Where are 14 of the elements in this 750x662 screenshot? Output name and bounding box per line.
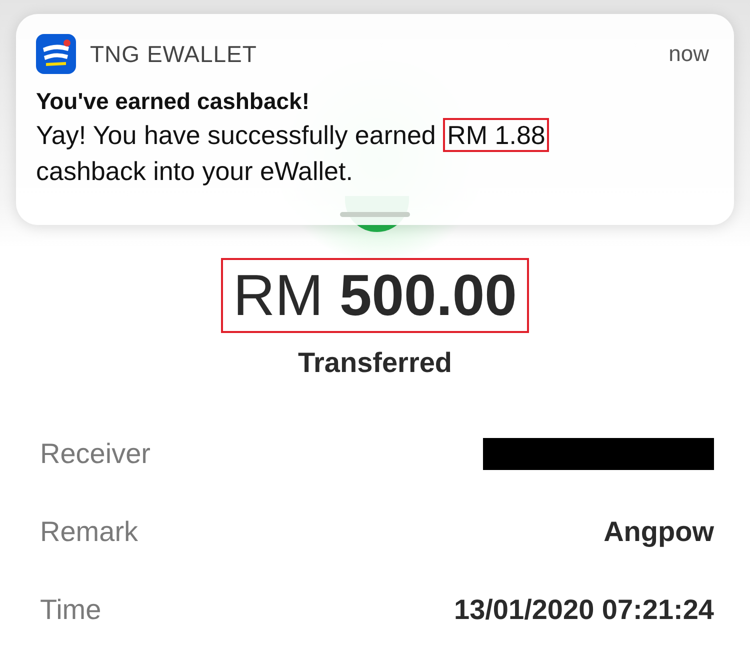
notification-time: now xyxy=(668,41,709,67)
detail-label: Receiver xyxy=(40,438,150,470)
app-logo-icon xyxy=(36,34,76,74)
transfer-amount: RM 500.00 xyxy=(221,258,529,333)
detail-label: Remark xyxy=(40,516,138,548)
detail-value: 13/01/2020 07:21:24 xyxy=(454,594,714,626)
detail-label: Time xyxy=(40,594,102,626)
app-name: TNG EWALLET xyxy=(90,40,257,68)
notification-message: Yay! You have successfully earned RM 1.88 cashback into your eWallet. xyxy=(36,117,596,189)
detail-value: Angpow xyxy=(604,516,714,548)
notification-title: You've earned cashback! xyxy=(36,88,310,115)
drag-handle[interactable] xyxy=(340,212,410,217)
transfer-status: Transferred xyxy=(296,347,454,379)
notification-card[interactable]: TNG EWALLET now You've earned cashback! Yay! You have successfully earned RM 1.88 cashback into your eWallet. xyxy=(16,14,734,225)
